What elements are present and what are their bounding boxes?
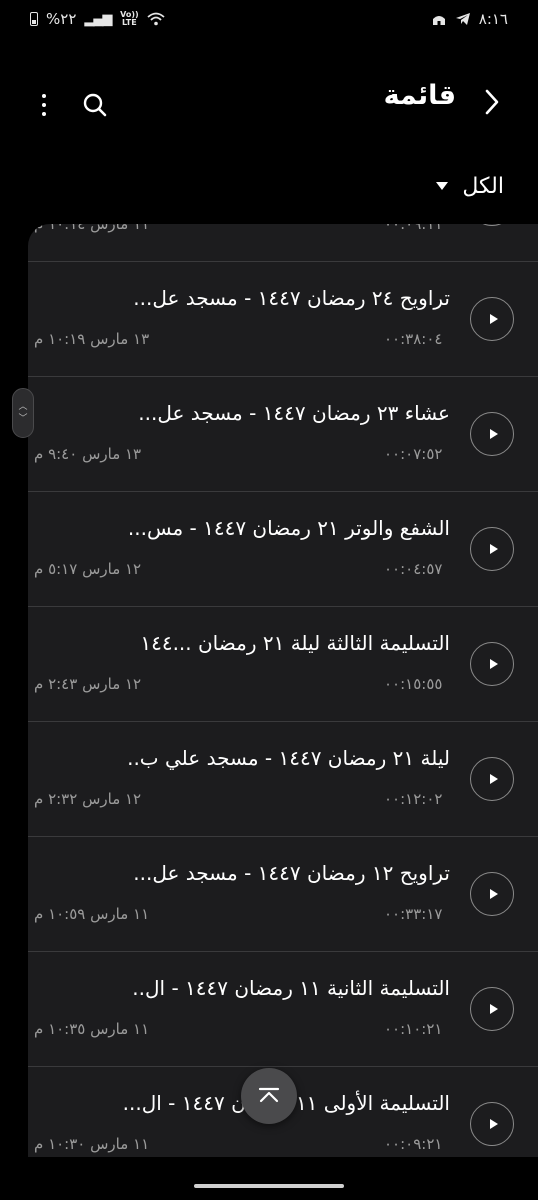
play-icon [489, 1119, 498, 1129]
filter-dropdown[interactable]: الكل [436, 170, 504, 202]
play-button[interactable] [470, 297, 514, 341]
recording-date: ١١ مارس ١٠:٣٥ م [34, 1020, 150, 1038]
list-item[interactable]: التسليمة الثانية ١١ رمضان ١٤٤٧ - ال.. ١١… [28, 952, 538, 1067]
more-options-icon[interactable] [34, 90, 54, 120]
play-icon [489, 544, 498, 554]
signal-icon: ▂▄▆ [84, 11, 112, 27]
list-item[interactable]: عشاء ٢٣ رمضان ١٤٤٧ - مسجد عل... ١٣ مارس … [28, 377, 538, 492]
recording-date: ١٣ مارس ١٠:١٩ م [34, 330, 150, 348]
play-button[interactable] [470, 872, 514, 916]
recording-title: الشفع والوتر ٢١ رمضان ١٤٤٧ - مس... [127, 516, 450, 540]
recording-title: تراويح ١٢ رمضان ١٤٤٧ - مسجد عل... [133, 861, 450, 885]
battery-icon [30, 12, 38, 26]
status-right-group: ٨:١٦ [431, 10, 508, 28]
search-icon[interactable] [80, 90, 110, 120]
recording-duration: ٠٠:٠٧:٥٢ [384, 445, 443, 463]
recording-date: ١١ مارس ١٠:٣٠ م [34, 1135, 150, 1153]
recording-duration: ٠٠:١٢:٠٢ [384, 790, 443, 808]
screen: %٢٢ ▂▄▆ Vo)) LTE ٨:١٦ قائمة الكل ١١ مارس… [0, 0, 538, 1200]
play-button[interactable] [470, 527, 514, 571]
play-icon [489, 774, 498, 784]
list-item[interactable]: تراويح ٢٤ رمضان ١٤٤٧ - مسجد عل... ١٣ مار… [28, 262, 538, 377]
recording-duration: ٠٠:١٥:٥٥ [384, 675, 443, 693]
recording-date: ١٢ مارس ٢:٣٢ م [34, 790, 142, 808]
navigation-gesture-bar[interactable] [194, 1184, 344, 1188]
mosque-icon [431, 12, 447, 26]
play-button[interactable] [470, 987, 514, 1031]
list-item[interactable]: ليلة ٢١ رمضان ١٤٤٧ - مسجد علي ب.. ١٢ مار… [28, 722, 538, 837]
recording-duration: ٠٠:٠٩:١١ [384, 224, 443, 233]
clock: ٨:١٦ [478, 10, 508, 28]
list-item[interactable]: الشفع والوتر ٢١ رمضان ١٤٤٧ - مس... ١٢ ما… [28, 492, 538, 607]
telegram-icon [455, 12, 471, 26]
play-icon [489, 1004, 498, 1014]
filter-label: الكل [462, 173, 504, 199]
chevron-down-icon: ﹀ [18, 414, 28, 424]
recording-title: تراويح ٢٤ رمضان ١٤٤٧ - مسجد عل... [133, 286, 450, 310]
battery-percent: %٢٢ [46, 10, 77, 28]
recording-date: ١٣ مارس ٩:٤٠ م [34, 445, 142, 463]
list-item[interactable]: تراويح ١٢ رمضان ١٤٤٧ - مسجد عل... ١١ مار… [28, 837, 538, 952]
play-icon [489, 429, 498, 439]
recording-duration: ٠٠:٣٨:٠٤ [384, 330, 443, 348]
play-icon [489, 889, 498, 899]
play-icon [489, 659, 498, 669]
play-icon [489, 314, 498, 324]
list-item-partial[interactable]: ١١ مارس ١٠:١٤ م ٠٠:٠٩:١١ [28, 224, 538, 262]
recording-duration: ٠٠:٠٤:٥٧ [384, 560, 443, 578]
volte-icon: Vo)) LTE [120, 10, 139, 27]
recording-title: ليلة ٢١ رمضان ١٤٤٧ - مسجد علي ب.. [127, 746, 450, 770]
status-bar: %٢٢ ▂▄▆ Vo)) LTE ٨:١٦ [0, 0, 538, 38]
recording-title: عشاء ٢٣ رمضان ١٤٤٧ - مسجد عل... [138, 401, 450, 425]
play-button[interactable] [470, 412, 514, 456]
recording-date: ١٢ مارس ٢:٤٣ م [34, 675, 142, 693]
scroll-to-top-icon [258, 1087, 280, 1103]
recordings-list[interactable]: ١١ مارس ١٠:١٤ م ٠٠:٠٩:١١ تراويح ٢٤ رمضان… [28, 224, 538, 1157]
chevron-back-icon[interactable] [480, 84, 504, 120]
page-title: قائمة [383, 80, 456, 111]
play-button[interactable] [470, 224, 514, 226]
recording-duration: ٠٠:٠٩:٢١ [384, 1135, 443, 1153]
scroll-to-top-button[interactable] [241, 1068, 297, 1124]
fast-scroll-handle[interactable]: ︿ ﹀ [12, 388, 34, 438]
recording-date: ١٢ مارس ٥:١٧ م [34, 560, 142, 578]
recording-date: ١١ مارس ١٠:٥٩ م [34, 905, 150, 923]
list-item[interactable]: التسليمة الثالثة ليلة ٢١ رمضان ...١٤٤ ١٢… [28, 607, 538, 722]
recording-date: ١١ مارس ١٠:١٤ م [34, 224, 150, 233]
status-left-group: %٢٢ ▂▄▆ Vo)) LTE [30, 10, 165, 28]
recording-duration: ٠٠:٣٣:١٧ [384, 905, 443, 923]
dropdown-arrow-icon [436, 182, 449, 190]
play-button[interactable] [470, 1102, 514, 1146]
recording-title: التسليمة الثانية ١١ رمضان ١٤٤٧ - ال.. [132, 976, 450, 1000]
app-header: قائمة [0, 62, 538, 142]
play-button[interactable] [470, 757, 514, 801]
recording-title: التسليمة الثالثة ليلة ٢١ رمضان ...١٤٤ [140, 631, 450, 655]
wifi-icon [147, 12, 165, 26]
play-button[interactable] [470, 642, 514, 686]
chevron-up-icon: ︿ [18, 402, 28, 412]
recording-duration: ٠٠:١٠:٢١ [384, 1020, 443, 1038]
